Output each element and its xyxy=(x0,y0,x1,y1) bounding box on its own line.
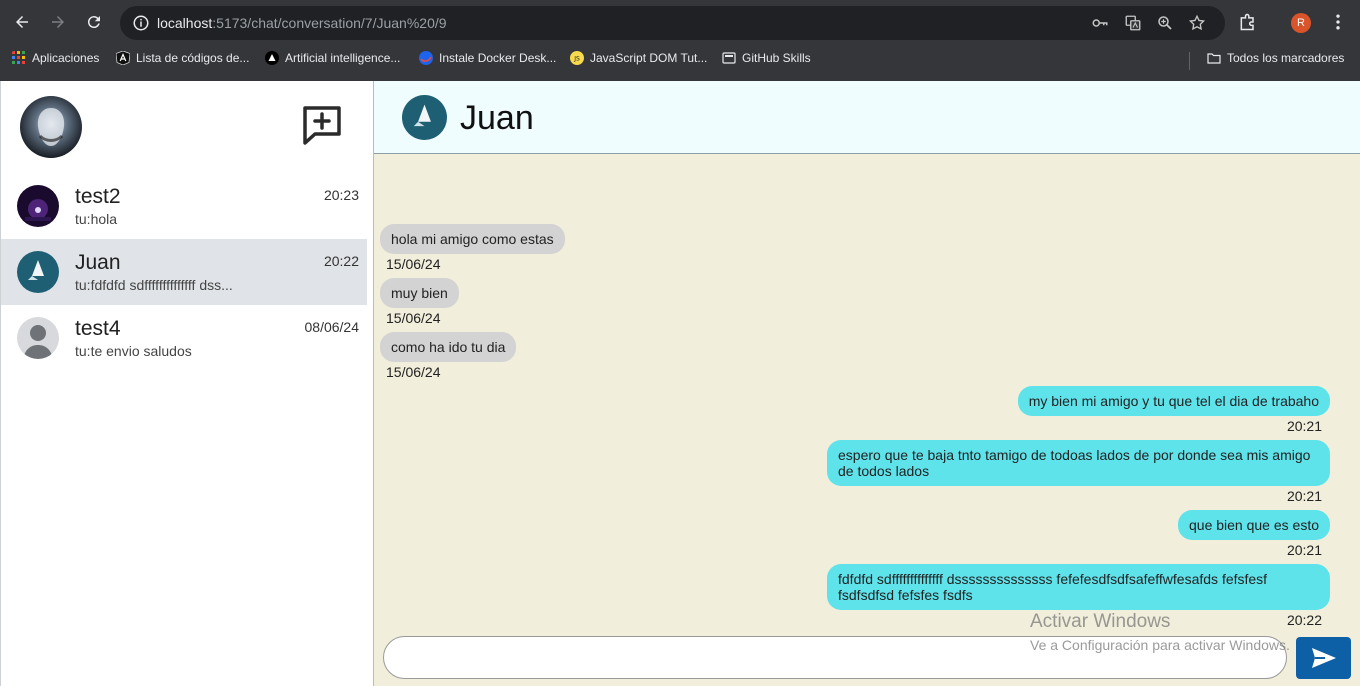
docker-icon xyxy=(419,51,433,65)
bookmark-js[interactable]: JS JavaScript DOM Tut... xyxy=(570,51,707,65)
sidebar-header xyxy=(1,81,373,176)
url-path: :5173/chat/conversation/7/Juan%20/9 xyxy=(212,15,447,31)
bookmarks-bar: Aplicaciones Lista de códigos de... Arti… xyxy=(0,47,1360,73)
message-timestamp: 20:21 xyxy=(1286,488,1322,504)
last-message-time: 20:22 xyxy=(323,253,359,269)
reload-button[interactable] xyxy=(80,8,108,36)
message-bubble-outgoing: my bien mi amigo y tu que tel el dia de … xyxy=(1017,386,1330,416)
site-info-icon[interactable] xyxy=(132,14,150,32)
forward-button[interactable] xyxy=(44,8,72,36)
bookmark-github[interactable]: GitHub Skills xyxy=(722,51,811,65)
more-vertical-icon xyxy=(1336,14,1340,30)
default-user-icon xyxy=(17,317,59,359)
bookmarks-divider xyxy=(1189,52,1190,70)
conversation-sidebar: test2 tu:hola 20:23 Juan tu:fdfdfd sdfff… xyxy=(0,81,374,686)
bookmark-label: Aplicaciones xyxy=(32,51,100,65)
triangle-logo-icon xyxy=(265,51,279,65)
contact-name: test2 xyxy=(75,185,121,208)
conversation-item-juan[interactable]: Juan tu:fdfdfd sdffffffffffffff dss... 2… xyxy=(1,239,367,305)
puzzle-icon xyxy=(1240,13,1254,31)
chat-header: Juan xyxy=(374,81,1360,154)
bookmark-label: GitHub Skills xyxy=(742,51,811,65)
last-message-preview: tu:fdfdfd sdffffffffffffff dss... xyxy=(75,277,233,293)
message-bubble-outgoing: fdfdfd sdffffffffffffff dssssssssssssss … xyxy=(827,564,1330,610)
send-icon xyxy=(1311,648,1336,668)
last-message-time: 20:23 xyxy=(323,187,359,203)
new-chat-button[interactable] xyxy=(298,101,346,149)
js-icon: JS xyxy=(570,51,584,65)
arrow-right-icon xyxy=(52,16,64,28)
contact-name: test4 xyxy=(75,317,121,340)
contact-avatar-image xyxy=(17,185,59,227)
send-button[interactable] xyxy=(1296,637,1351,679)
bookmark-angular[interactable]: Lista de códigos de... xyxy=(116,51,249,65)
profile-avatar[interactable]: R xyxy=(1291,13,1311,33)
message-bubble-incoming: como ha ido tu dia xyxy=(380,332,517,362)
avatar xyxy=(17,185,59,227)
url-host: localhost xyxy=(157,15,213,31)
message-timestamp: 20:21 xyxy=(1286,542,1322,558)
contact-avatar[interactable] xyxy=(402,95,447,140)
avatar xyxy=(17,251,59,293)
message-bubble-outgoing: que bien que es esto xyxy=(1178,510,1330,540)
bookmark-docker[interactable]: Instale Docker Desk... xyxy=(419,51,556,65)
message-timestamp: 20:22 xyxy=(1286,612,1322,628)
message-timestamp: 15/06/24 xyxy=(386,310,441,326)
bookmark-label: JavaScript DOM Tut... xyxy=(590,51,708,65)
bookmark-label: Instale Docker Desk... xyxy=(439,51,557,65)
conversation-item-test2[interactable]: test2 tu:hola 20:23 xyxy=(1,173,367,239)
windows-activation-title: Activar Windows xyxy=(1030,611,1171,632)
translate-icon[interactable] xyxy=(1124,14,1142,32)
message-timestamp: 20:21 xyxy=(1286,418,1322,434)
contact-avatar-image xyxy=(17,251,59,293)
contact-name: Juan xyxy=(75,251,121,274)
last-message-preview: tu:te envio saludos xyxy=(75,343,192,359)
back-button[interactable] xyxy=(8,8,36,36)
user-avatar-image xyxy=(20,96,82,158)
github-icon xyxy=(722,52,736,64)
bookmark-label: Artificial intelligence... xyxy=(285,51,401,65)
last-message-preview: tu:hola xyxy=(75,211,118,227)
message-bubble-incoming: muy bien xyxy=(380,278,459,308)
my-avatar[interactable] xyxy=(20,96,82,158)
apps-grid-icon xyxy=(12,51,25,64)
reload-icon xyxy=(87,16,100,29)
bookmark-ai[interactable]: Artificial intelligence... xyxy=(265,51,400,65)
contact-avatar-image xyxy=(402,95,447,140)
last-message-time: 08/06/24 xyxy=(304,319,360,335)
bookmark-apps[interactable]: Aplicaciones xyxy=(12,51,99,65)
key-icon[interactable] xyxy=(1091,14,1109,32)
bookmark-star-icon[interactable] xyxy=(1188,14,1206,32)
address-bar[interactable]: localhost:5173/chat/conversation/7/Juan%… xyxy=(120,6,1225,40)
bookmark-label: Lista de códigos de... xyxy=(136,51,250,65)
windows-activation-subtitle: Ve a Configuración para activar Windows. xyxy=(1030,637,1290,653)
message-bubble-outgoing: espero que te baja tnto tamigo de todoas… xyxy=(827,440,1330,486)
browser-menu-button[interactable] xyxy=(1326,10,1350,34)
message-timestamp: 15/06/24 xyxy=(386,256,441,272)
message-bubble-incoming: hola mi amigo como estas xyxy=(380,224,565,254)
extensions-button[interactable] xyxy=(1236,10,1260,34)
add-message-icon xyxy=(303,106,341,145)
all-bookmarks-label: Todos los marcadores xyxy=(1227,51,1345,65)
contact-name-title: Juan xyxy=(460,99,534,137)
all-bookmarks[interactable]: Todos los marcadores xyxy=(1207,51,1344,65)
folder-icon xyxy=(1207,53,1221,64)
browser-toolbar: localhost:5173/chat/conversation/7/Juan%… xyxy=(0,0,1360,45)
angular-icon xyxy=(116,51,130,65)
zoom-icon[interactable] xyxy=(1156,14,1174,32)
message-timestamp: 15/06/24 xyxy=(386,364,441,380)
conversation-item-test4[interactable]: test4 tu:te envio saludos 08/06/24 xyxy=(1,305,367,371)
url-text[interactable]: localhost:5173/chat/conversation/7/Juan%… xyxy=(157,15,447,31)
chat-panel: Juan hola mi amigo como estas 15/06/24 m… xyxy=(374,81,1360,686)
svg-text:JS: JS xyxy=(573,56,580,63)
avatar xyxy=(17,317,59,359)
browser-chrome: localhost:5173/chat/conversation/7/Juan%… xyxy=(0,0,1360,81)
arrow-left-icon xyxy=(16,16,28,28)
